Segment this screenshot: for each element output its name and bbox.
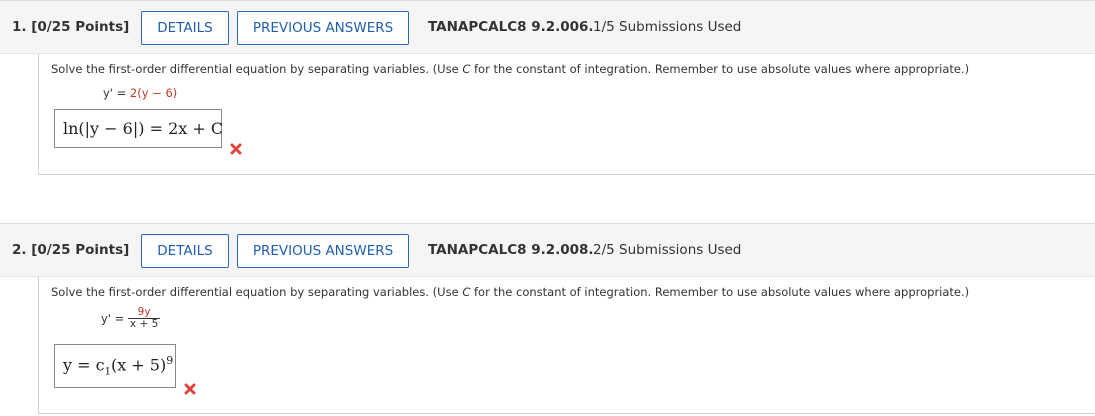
submissions-used: 2/5 Submissions Used xyxy=(593,242,742,258)
instruction-text-end: for the constant of integration. Remembe… xyxy=(470,285,970,299)
question-code: TANAPCALC8 9.2.008. xyxy=(428,242,594,258)
instructions: Solve the first-order differential equat… xyxy=(51,285,969,299)
details-button[interactable]: DETAILS xyxy=(141,11,229,45)
question-1-title: 1. [0/25 Points] xyxy=(12,19,129,35)
equation-rhs: 2(y − 6) xyxy=(129,86,178,100)
submissions-used: 1/5 Submissions Used xyxy=(593,19,742,35)
question-number: 1. xyxy=(12,19,27,35)
instruction-text-end: for the constant of integration. Remembe… xyxy=(470,62,970,76)
previous-answers-button[interactable]: PREVIOUS ANSWERS xyxy=(237,234,409,268)
equation-lhs: y' = xyxy=(103,86,130,100)
question-code: TANAPCALC8 9.2.006. xyxy=(428,19,594,35)
answer-field[interactable]: ln(|y − 6|) = 2x + C xyxy=(54,109,224,148)
fraction-denominator: x + 5 xyxy=(129,318,159,330)
question-points: [0/25 Points] xyxy=(31,242,130,258)
previous-answers-button[interactable]: PREVIOUS ANSWERS xyxy=(237,11,409,45)
answer-field[interactable]: y = c1(x + 5)9 xyxy=(54,344,176,388)
question-1-header: 1. [0/25 Points] DETAILS PREVIOUS ANSWER… xyxy=(0,0,1095,54)
cross-icon xyxy=(230,143,242,155)
answer-paren: (x + 5) xyxy=(110,355,167,375)
equation-fraction: 9y x + 5 xyxy=(127,307,161,330)
cross-icon xyxy=(184,383,196,395)
answer-value: y = c1(x + 5)9 xyxy=(63,354,173,378)
instructions: Solve the first-order differential equat… xyxy=(51,62,969,76)
question-number: 2. xyxy=(12,242,27,258)
question-points: [0/25 Points] xyxy=(31,19,130,35)
instruction-text: Solve the first-order differential equat… xyxy=(51,285,463,299)
question-1-body: Solve the first-order differential equat… xyxy=(38,54,1095,175)
question-2-header: 2. [0/25 Points] DETAILS PREVIOUS ANSWER… xyxy=(0,223,1095,277)
details-button[interactable]: DETAILS xyxy=(141,234,229,268)
equation-lhs: y' = xyxy=(101,311,128,326)
question-2-title: 2. [0/25 Points] xyxy=(12,242,129,258)
equation: y' = 9y x + 5 xyxy=(101,307,161,330)
answer-value: ln(|y − 6|) = 2x + C xyxy=(63,119,224,138)
equation: y' = 2(y − 6) xyxy=(103,86,177,100)
instruction-text: Solve the first-order differential equat… xyxy=(51,62,463,76)
question-2-body: Solve the first-order differential equat… xyxy=(38,277,1095,414)
answer-exponent: 9 xyxy=(166,354,174,368)
answer-base: y = c xyxy=(63,355,105,375)
